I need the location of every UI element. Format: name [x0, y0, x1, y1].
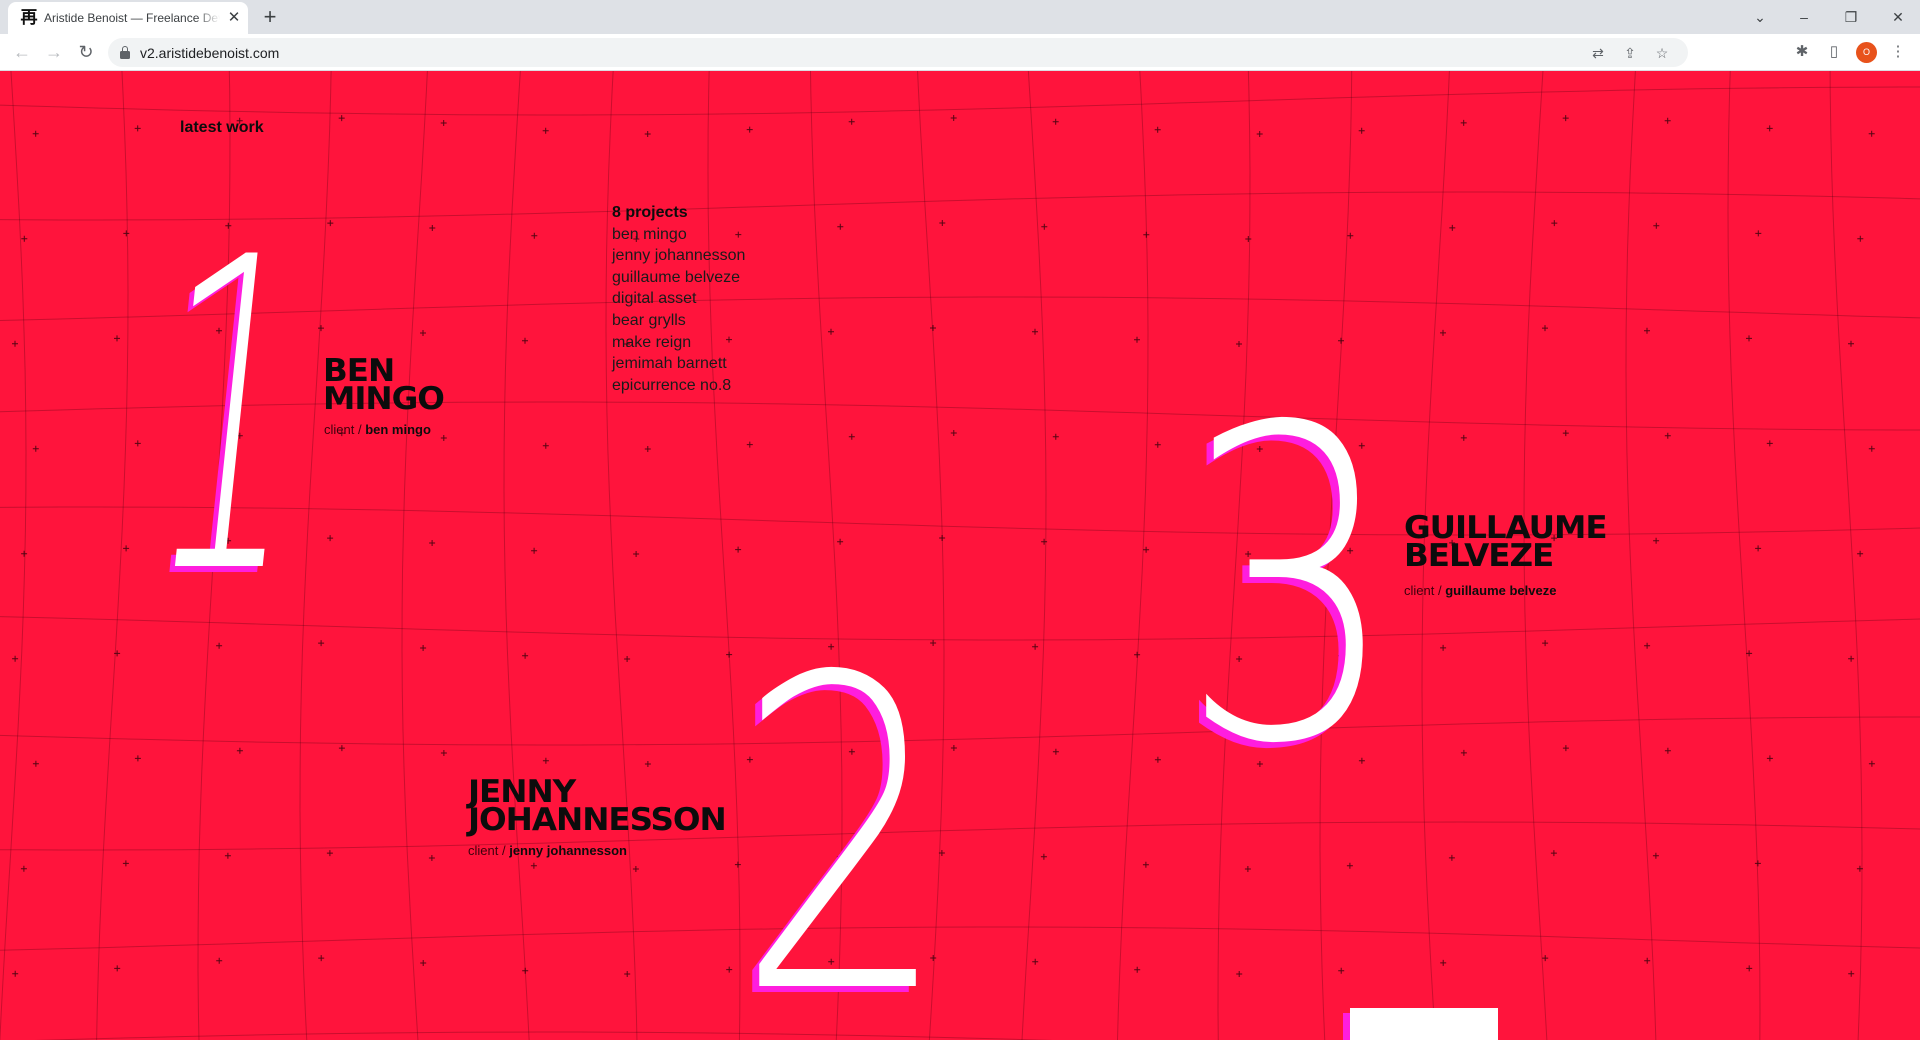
- project-link-make-reign[interactable]: make reign: [612, 332, 745, 354]
- work-number-2[interactable]: 2: [736, 623, 949, 1040]
- work-title-ben-mingo[interactable]: BEN MINGO: [323, 356, 445, 415]
- work-client-jenny-johannesson: client / jenny johannesson: [468, 843, 627, 858]
- new-tab-button[interactable]: +: [256, 5, 284, 29]
- url-text[interactable]: v2.aristidebenoist.com: [140, 45, 279, 61]
- forward-icon[interactable]: →: [42, 40, 66, 64]
- translate-icon[interactable]: ⇄: [1587, 42, 1609, 64]
- projects-list: 8 projects ben mingo jenny johannesson g…: [612, 202, 745, 396]
- work-client-guillaume-belveze: client / guillaume belveze: [1404, 583, 1557, 598]
- tab-strip: 再 Aristide Benoist — Freelance Developer…: [0, 0, 1920, 34]
- project-link-jemimah-barnett[interactable]: jemimah barnett: [612, 353, 745, 375]
- share-icon[interactable]: ⇪: [1619, 42, 1641, 64]
- tab-search-icon[interactable]: ⌄: [1746, 6, 1774, 28]
- close-window-icon[interactable]: ✕: [1884, 6, 1912, 28]
- extensions-icon[interactable]: ✱: [1790, 40, 1814, 64]
- browser-toolbar: ← → ↻ v2.aristidebenoist.com ⇄ ⇪ ☆ ✱ ▯ O…: [0, 34, 1920, 71]
- projects-count: 8 projects: [612, 204, 688, 221]
- project-link-guillaume-belveze[interactable]: guillaume belveze: [612, 267, 745, 289]
- work-title-guillaume-belveze[interactable]: GUILLAUME BELVEZE: [1404, 513, 1608, 572]
- work-number-3[interactable]: 3: [1180, 373, 1399, 803]
- project-link-digital-asset[interactable]: digital asset: [612, 288, 745, 310]
- work-number-4-partial[interactable]: [1350, 1008, 1498, 1040]
- active-tab[interactable]: 再 Aristide Benoist — Freelance Developer…: [8, 2, 248, 34]
- project-link-ben-mingo[interactable]: ben mingo: [612, 224, 745, 246]
- site-favicon-icon: 再: [20, 8, 38, 28]
- close-tab-icon[interactable]: ✕: [226, 10, 242, 26]
- side-panel-icon[interactable]: ▯: [1822, 40, 1846, 64]
- project-link-epicurrence[interactable]: epicurrence no.8: [612, 375, 745, 397]
- project-link-jenny-johannesson[interactable]: jenny johannesson: [612, 245, 745, 267]
- project-link-bear-grylls[interactable]: bear grylls: [612, 310, 745, 332]
- reload-icon[interactable]: ↻: [74, 40, 98, 64]
- page-canvas: latest work 8 projects ben mingo jenny j…: [0, 71, 1920, 1040]
- star-icon[interactable]: ☆: [1651, 42, 1673, 64]
- profile-avatar[interactable]: O: [1856, 42, 1877, 63]
- restore-icon[interactable]: ❐: [1837, 6, 1865, 28]
- latest-work-heading: latest work: [180, 119, 264, 136]
- back-icon[interactable]: ←: [10, 40, 34, 64]
- minimize-icon[interactable]: –: [1790, 6, 1818, 28]
- work-title-jenny-johannesson[interactable]: JENNY JOHANNESSON: [468, 777, 727, 836]
- tab-title: Aristide Benoist — Freelance Developer: [44, 11, 220, 27]
- address-bar[interactable]: v2.aristidebenoist.com ⇄ ⇪ ☆: [108, 38, 1688, 67]
- work-client-ben-mingo: client / ben mingo: [324, 422, 431, 437]
- menu-icon[interactable]: ⋮: [1886, 40, 1910, 64]
- lock-icon[interactable]: [120, 46, 130, 59]
